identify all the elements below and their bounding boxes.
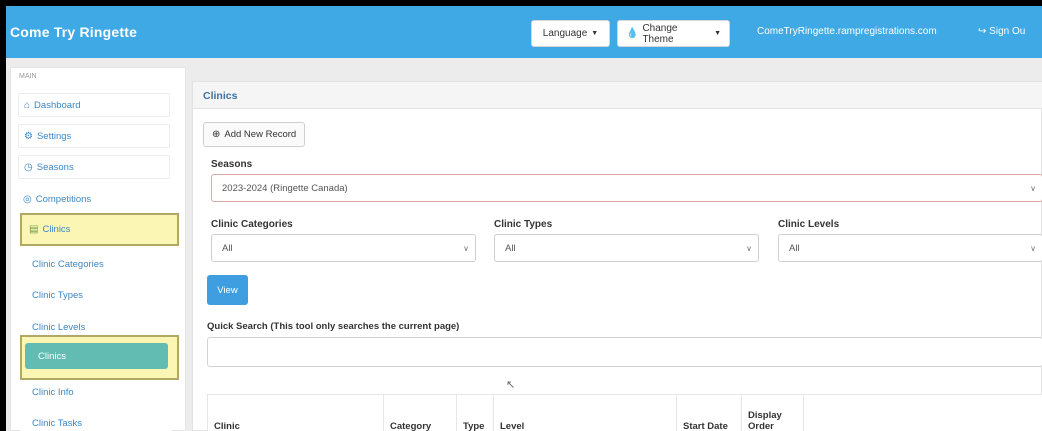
sidebar-item-clinic-categories[interactable]: Clinic Categories: [20, 252, 172, 276]
sidebar-item-settings[interactable]: ⚙ Settings: [18, 124, 170, 148]
quick-search-input[interactable]: [207, 337, 1042, 367]
top-navbar: Come Try Ringette Language ▼ 💧 Change Th…: [6, 6, 1042, 58]
droplet-icon: 💧: [626, 28, 639, 39]
signout-label: Sign Ou: [989, 26, 1026, 37]
clinic-types-select[interactable]: All ∨: [494, 234, 759, 262]
view-button[interactable]: View: [207, 275, 248, 305]
home-icon: ⌂: [24, 99, 31, 111]
signout-link[interactable]: ↪ Sign Ou: [978, 26, 1025, 37]
mouse-cursor-icon: ↖: [506, 379, 516, 391]
clinics-panel: Clinics ⊕ Add New Record Seasons 2023-20…: [192, 81, 1042, 431]
chevron-down-icon: ∨: [463, 244, 469, 253]
sidebar-item-clinics-active[interactable]: Clinics: [25, 343, 168, 369]
sidebar-subitem-label: Clinic Info: [32, 386, 74, 398]
chevron-down-icon: ∨: [1030, 244, 1036, 253]
sidebar-item-clinics[interactable]: ▤ Clinics: [24, 217, 172, 241]
globe-icon: ◎: [23, 193, 32, 205]
clinic-types-value: All: [505, 242, 516, 254]
caret-down-icon: ▼: [714, 30, 721, 37]
clinic-levels-select[interactable]: All ∨: [778, 234, 1042, 262]
chevron-down-icon: ∨: [1030, 184, 1036, 193]
chevron-down-icon: ∨: [746, 244, 752, 253]
sidebar-item-label: Competitions: [35, 193, 92, 205]
sidebar-subitem-label: Clinic Categories: [32, 258, 104, 270]
clinics-table: Clinic Category Type Level Start Date Di…: [207, 394, 1042, 431]
panel-title: Clinics: [193, 82, 1042, 109]
clinic-categories-value: All: [222, 242, 233, 254]
sidebar-subitem-label: Clinic Types: [32, 289, 84, 301]
column-header-clinic[interactable]: Clinic: [207, 394, 384, 431]
quick-search-label: Quick Search (This tool only searches th…: [207, 321, 460, 332]
sidebar-subitem-label: Clinic Levels: [32, 321, 86, 333]
sidebar-item-label: Settings: [36, 130, 72, 142]
site-link[interactable]: ComeTryRingette.rampregistrations.com: [757, 26, 937, 37]
sidebar-item-label: Dashboard: [34, 99, 81, 111]
sidebar-item-clinic-info[interactable]: Clinic Info: [20, 380, 172, 404]
sidebar-section-label: MAIN: [19, 73, 37, 80]
seasons-select[interactable]: 2023-2024 (Ringette Canada) ∨: [211, 174, 1042, 202]
app-window: Come Try Ringette Language ▼ 💧 Change Th…: [6, 6, 1042, 431]
column-header-level[interactable]: Level: [493, 394, 677, 431]
signout-icon: ↪: [978, 26, 987, 37]
brand-title[interactable]: Come Try Ringette: [10, 24, 137, 40]
add-new-record-label: Add New Record: [224, 129, 297, 140]
column-header-category[interactable]: Category: [383, 394, 457, 431]
column-header-type[interactable]: Type: [456, 394, 494, 431]
table-header-row: Clinic Category Type Level Start Date Di…: [207, 394, 1042, 431]
column-header-start-date[interactable]: Start Date: [676, 394, 742, 431]
clinic-levels-value: All: [789, 242, 800, 254]
clinic-levels-label: Clinic Levels: [778, 219, 840, 230]
column-header-display-order[interactable]: Display Order: [741, 394, 804, 431]
sidebar-subitem-label: Clinic Tasks: [32, 417, 82, 429]
sidebar-item-competitions[interactable]: ◎ Competitions: [18, 187, 170, 211]
change-theme-dropdown[interactable]: 💧 Change Theme ▼: [617, 20, 730, 47]
seasons-value: 2023-2024 (Ringette Canada): [222, 182, 348, 194]
clinic-categories-label: Clinic Categories: [211, 219, 293, 230]
add-new-record-button[interactable]: ⊕ Add New Record: [203, 122, 306, 147]
theme-label: Change Theme: [642, 22, 678, 45]
language-label: Language: [542, 28, 588, 39]
clinic-types-label: Clinic Types: [494, 219, 553, 230]
clinic-categories-select[interactable]: All ∨: [211, 234, 476, 262]
language-dropdown[interactable]: Language ▼: [531, 20, 610, 47]
sidebar-item-clinic-tasks[interactable]: Clinic Tasks: [20, 411, 172, 431]
sidebar-subitem-label: Clinics: [38, 350, 66, 362]
sidebar-item-label: Clinics: [42, 223, 71, 235]
gear-icon: ⚙: [24, 130, 33, 142]
sidebar-item-clinic-types[interactable]: Clinic Types: [20, 283, 172, 307]
sidebar-item-label: Seasons: [36, 161, 74, 173]
sidebar-item-seasons[interactable]: ◷ Seasons: [18, 155, 170, 179]
caret-down-icon: ▼: [591, 30, 599, 37]
plus-circle-icon: ⊕: [212, 129, 221, 140]
column-header-actions: [803, 394, 1042, 431]
seasons-label: Seasons: [211, 159, 253, 170]
book-icon: ▤: [29, 223, 39, 235]
sidebar-item-dashboard[interactable]: ⌂ Dashboard: [18, 93, 170, 117]
clock-icon: ◷: [24, 161, 33, 173]
